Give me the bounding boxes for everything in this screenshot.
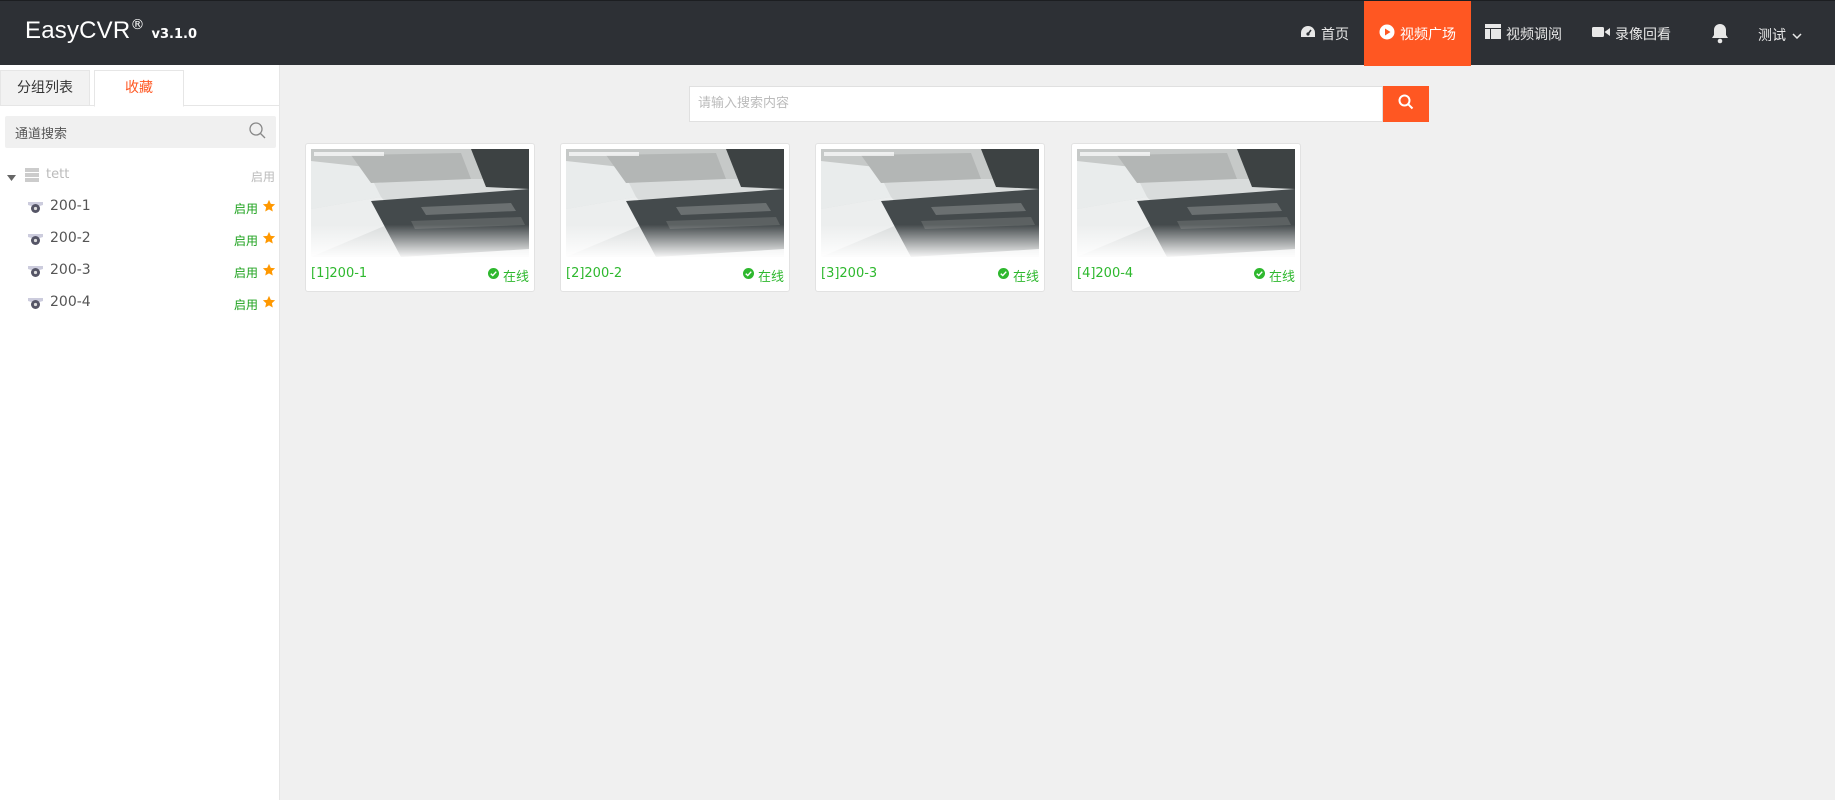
check-circle-icon (1253, 268, 1265, 283)
tree-group-label: tett (46, 167, 70, 182)
nav-tune-label: 视频调阅 (1506, 26, 1562, 43)
channel-label: 200-1 (50, 198, 91, 214)
channel-name: [4]200-4 (1077, 266, 1134, 281)
tree-group-node[interactable]: tett 启用 (0, 161, 280, 189)
online-status: 在线 (742, 266, 784, 285)
nav-record-label: 录像回看 (1615, 26, 1671, 43)
channel-search-input[interactable]: 通道搜索 (5, 116, 276, 148)
sidebar-tabs: 分组列表 收藏 (0, 70, 280, 107)
channel-label: 200-4 (50, 294, 91, 310)
search-button[interactable] (1383, 86, 1429, 122)
star-icon[interactable] (262, 199, 276, 217)
camera-device-icon (28, 265, 43, 282)
app-logo[interactable]: EasyCVR® v3.1.0 (25, 17, 197, 45)
main-search-input[interactable]: 请输入搜索内容 (689, 86, 1383, 122)
camera-device-icon (28, 201, 43, 218)
channel-name: [2]200-2 (566, 266, 623, 281)
channel-name: [1]200-1 (311, 266, 368, 281)
channel-name: [3]200-3 (821, 266, 878, 281)
channel-status: 启用 (234, 234, 259, 248)
channel-label: 200-2 (50, 230, 91, 246)
online-status: 在线 (997, 266, 1039, 285)
video-card[interactable]: [4]200-4 在线 (1071, 143, 1301, 292)
layout-icon (1485, 24, 1501, 43)
chevron-down-icon (1792, 27, 1802, 43)
main-search-bar: 请输入搜索内容 (689, 86, 1429, 122)
dashboard-icon (1300, 25, 1316, 43)
app-version: v3.1.0 (151, 27, 198, 42)
app-name: EasyCVR (25, 17, 131, 44)
tree-channel-item[interactable]: 200-1 启用 (0, 193, 280, 221)
star-icon[interactable] (262, 263, 276, 281)
video-card[interactable]: [3]200-3 在线 (815, 143, 1045, 292)
nav-home[interactable]: 首页 (1300, 1, 1349, 66)
online-status: 在线 (1253, 266, 1295, 285)
video-thumbnail[interactable] (566, 149, 784, 257)
tree-channel-item[interactable]: 200-3 启用 (0, 257, 280, 285)
nav-video-tune[interactable]: 视频调阅 (1485, 1, 1562, 66)
online-status-label: 在线 (1012, 270, 1039, 285)
sidebar: 分组列表 收藏 通道搜索 tett 启用 200-1 启用 200-2 启用 2… (0, 65, 280, 800)
star-icon[interactable] (262, 231, 276, 249)
play-circle-icon (1379, 24, 1395, 44)
channel-status: 启用 (234, 202, 259, 216)
nav-square-label: 视频广场 (1400, 26, 1456, 43)
caret-down-icon[interactable] (7, 170, 16, 185)
nav-video-square[interactable]: 视频广场 (1364, 1, 1471, 66)
online-status-label: 在线 (1268, 270, 1295, 285)
search-icon[interactable] (249, 121, 266, 143)
video-card[interactable]: [2]200-2 在线 (560, 143, 790, 292)
check-circle-icon (487, 268, 499, 283)
video-thumbnail[interactable] (1077, 149, 1295, 257)
nav-home-label: 首页 (1321, 26, 1349, 43)
top-navbar: EasyCVR® v3.1.0 首页 视频广场 视频调阅 录像回看 测试 (0, 0, 1835, 66)
user-name: 测试 (1758, 28, 1786, 44)
user-menu[interactable]: 测试 (1758, 25, 1802, 45)
video-thumbnail[interactable] (311, 149, 529, 257)
app-reg-mark: ® (130, 16, 145, 33)
online-status-label: 在线 (757, 270, 784, 285)
channel-status: 启用 (234, 298, 259, 312)
tab-favorites[interactable]: 收藏 (94, 70, 184, 107)
check-circle-icon (997, 268, 1009, 283)
online-status-label: 在线 (502, 270, 529, 285)
video-thumbnail[interactable] (821, 149, 1039, 257)
tab-group-list[interactable]: 分组列表 (0, 70, 90, 106)
star-icon[interactable] (262, 295, 276, 313)
tree-channel-item[interactable]: 200-2 启用 (0, 225, 280, 253)
video-card[interactable]: [1]200-1 在线 (305, 143, 535, 292)
channel-label: 200-3 (50, 262, 91, 278)
check-circle-icon (742, 268, 754, 283)
nav-record-playback[interactable]: 录像回看 (1592, 1, 1671, 66)
channel-status: 启用 (234, 266, 259, 280)
camera-device-icon (28, 233, 43, 250)
bell-icon[interactable] (1710, 23, 1730, 48)
online-status: 在线 (487, 266, 529, 285)
tree-channel-item[interactable]: 200-4 启用 (0, 289, 280, 317)
video-camera-icon (1592, 26, 1610, 42)
tree-group-status: 启用 (251, 170, 276, 184)
server-icon (25, 168, 39, 186)
search-icon (1398, 94, 1414, 114)
channel-search-placeholder: 通道搜索 (15, 126, 68, 142)
camera-device-icon (28, 297, 43, 314)
